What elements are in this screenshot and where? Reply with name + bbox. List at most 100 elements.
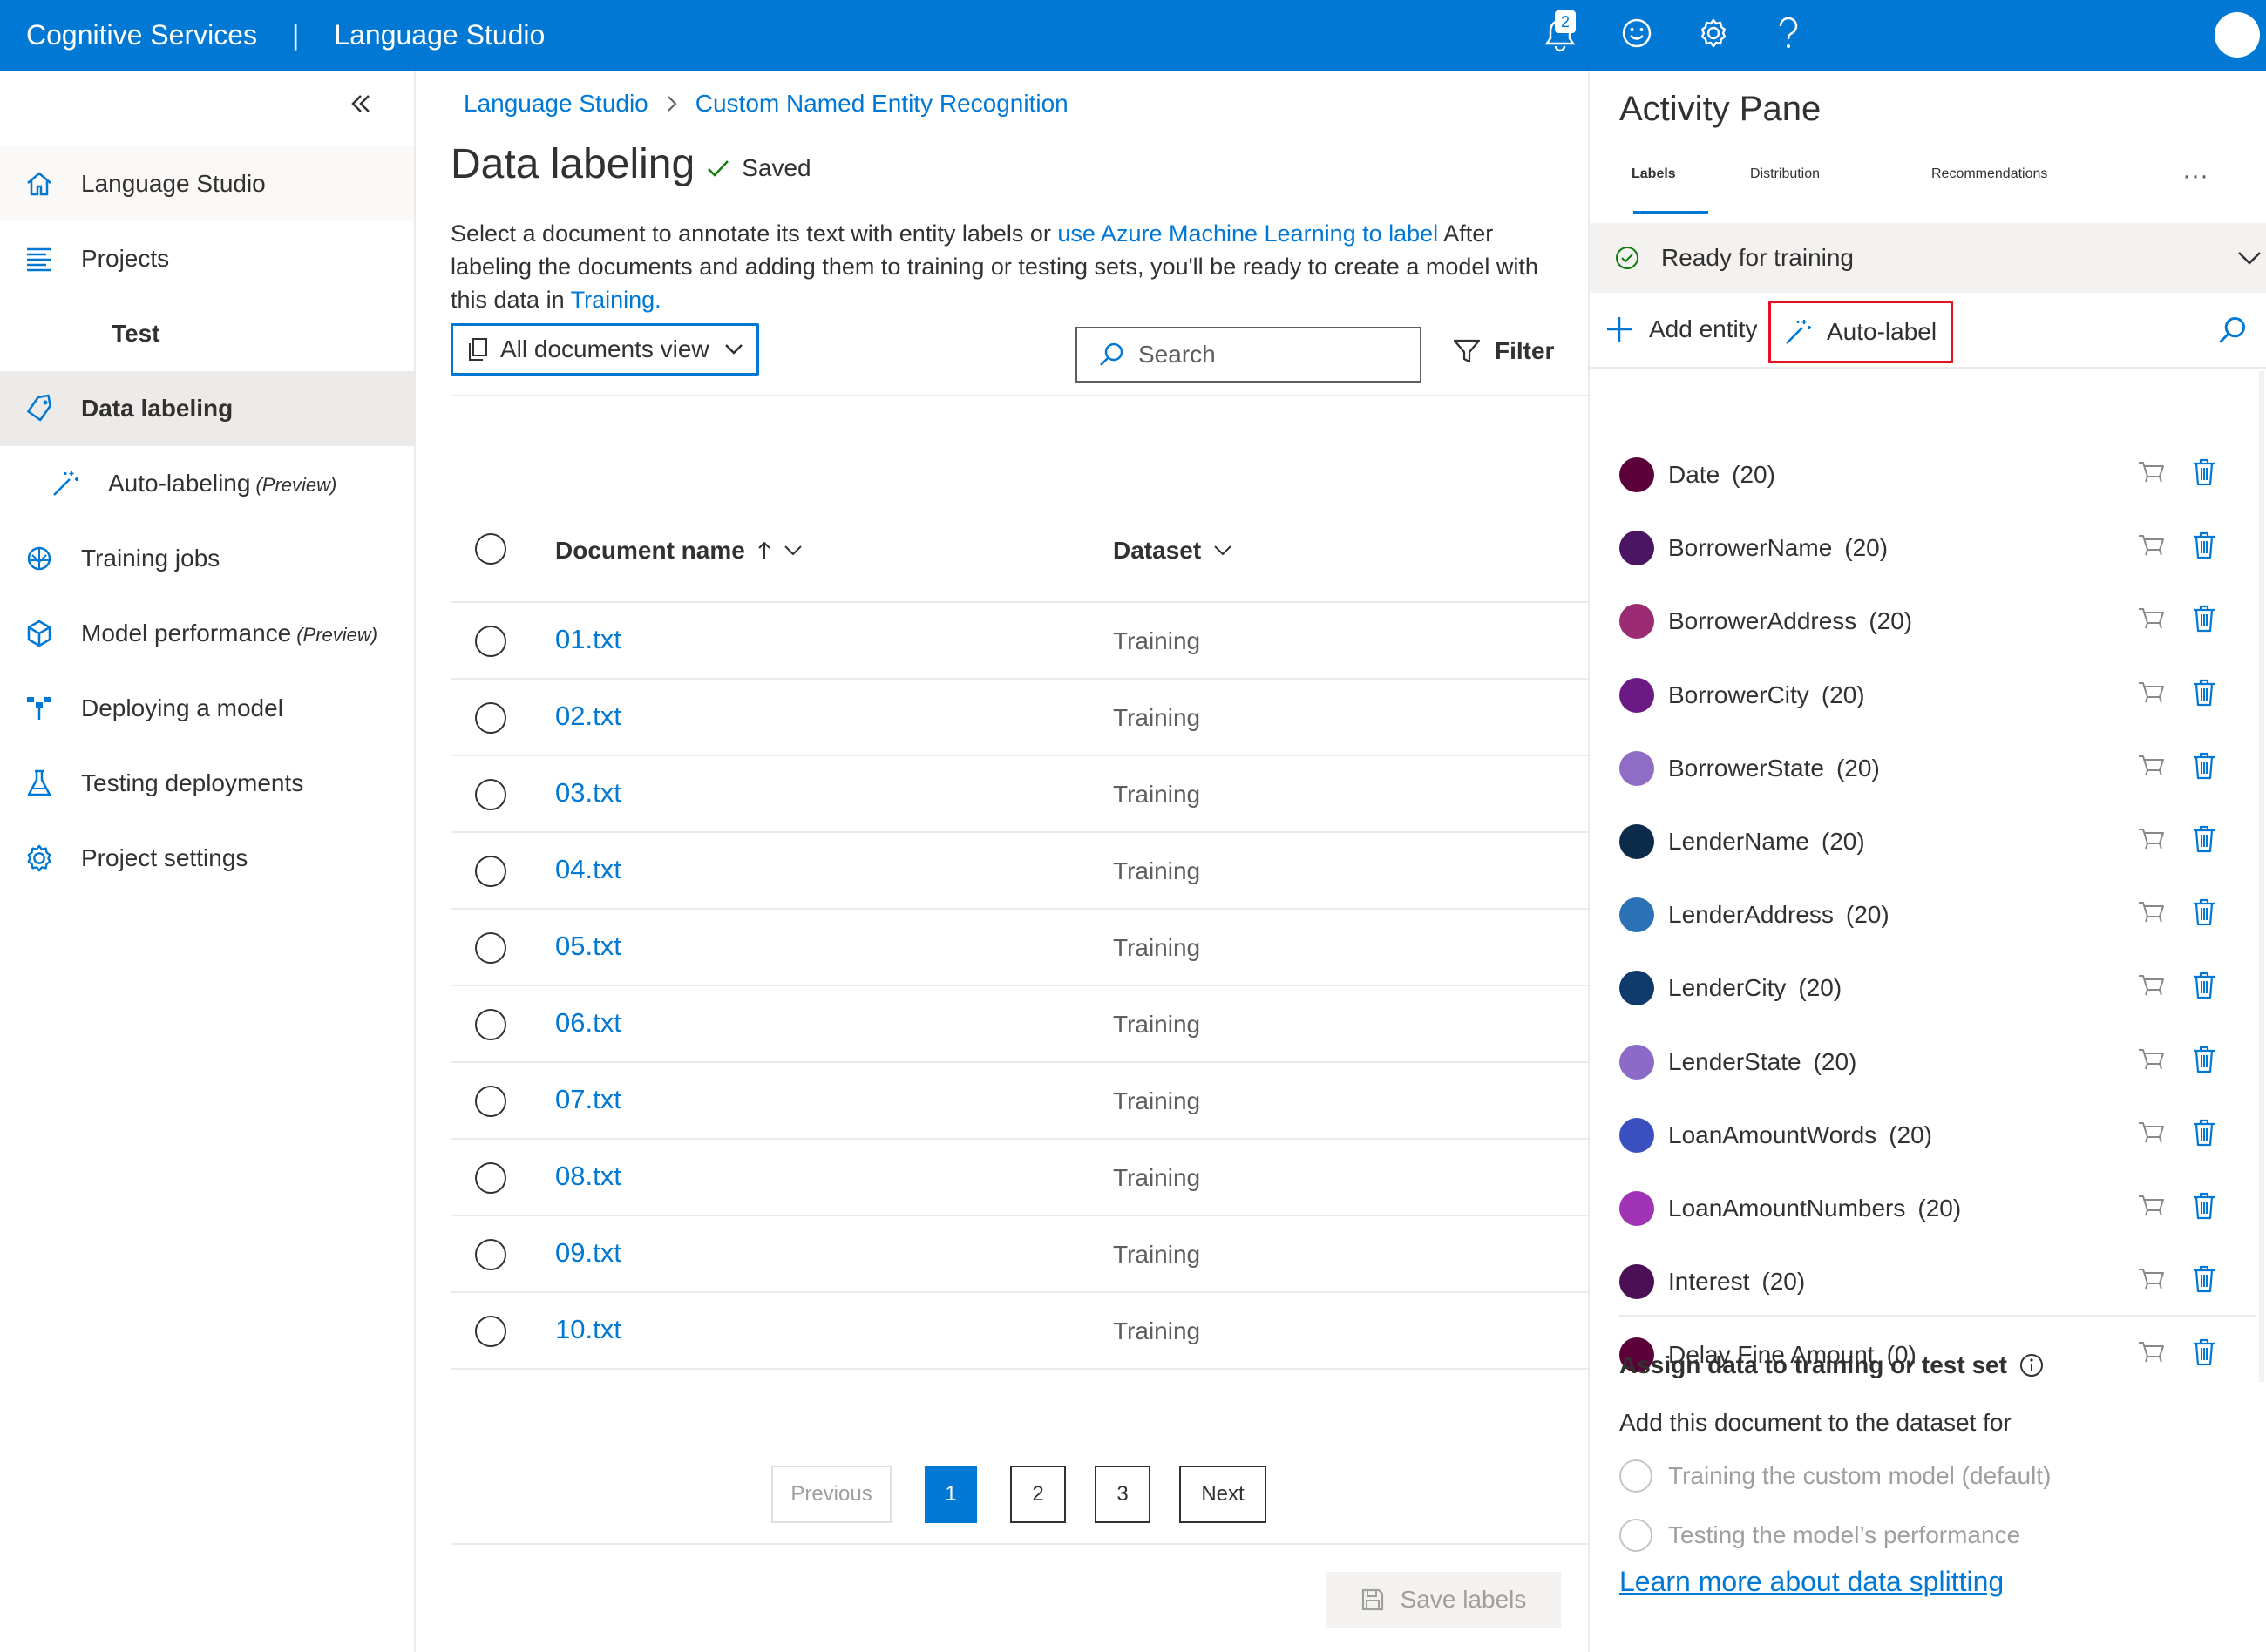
trash-icon[interactable] bbox=[2191, 824, 2217, 854]
trash-icon[interactable] bbox=[2191, 1264, 2217, 1294]
cart-icon[interactable] bbox=[2137, 606, 2165, 632]
document-name-link[interactable]: 04.txt bbox=[555, 854, 621, 885]
table-row[interactable]: 10.txt Training bbox=[451, 1293, 1588, 1370]
row-select-radio[interactable] bbox=[475, 1009, 506, 1040]
auto-label-button[interactable]: Auto-label bbox=[1768, 301, 1953, 363]
cart-icon[interactable] bbox=[2137, 826, 2165, 852]
document-name-link[interactable]: 02.txt bbox=[555, 701, 621, 732]
sidebar-item-deploying-a-model[interactable]: Deploying a model bbox=[0, 671, 414, 746]
trash-icon[interactable] bbox=[2191, 1337, 2217, 1367]
entity-list-item[interactable]: LenderCity (20) bbox=[1590, 953, 2252, 1026]
filter-button[interactable]: Filter bbox=[1453, 337, 1554, 365]
breadcrumb-link-language-studio[interactable]: Language Studio bbox=[464, 90, 648, 118]
row-select-radio[interactable] bbox=[475, 1316, 506, 1347]
previous-page-button[interactable]: Previous bbox=[771, 1466, 892, 1523]
gear-icon[interactable] bbox=[1698, 17, 1733, 52]
row-select-radio[interactable] bbox=[475, 779, 506, 810]
breadcrumb-link-custom-ner[interactable]: Custom Named Entity Recognition bbox=[695, 90, 1069, 118]
row-select-radio[interactable] bbox=[475, 856, 506, 887]
entity-list-item[interactable]: LenderName (20) bbox=[1590, 807, 2252, 880]
document-name-link[interactable]: 01.txt bbox=[555, 624, 621, 655]
avatar[interactable] bbox=[2215, 12, 2260, 58]
cart-icon[interactable] bbox=[2137, 1193, 2165, 1219]
next-page-button[interactable]: Next bbox=[1179, 1466, 1266, 1523]
entity-list-item[interactable]: LoanAmountNumbers (20) bbox=[1590, 1174, 2252, 1247]
cart-icon[interactable] bbox=[2137, 1266, 2165, 1292]
cart-icon[interactable] bbox=[2137, 532, 2165, 559]
testing-set-option[interactable]: Testing the model’s performance bbox=[1619, 1519, 2020, 1552]
sidebar-item-auto-labeling[interactable]: Auto-labeling (Preview) bbox=[0, 446, 414, 521]
row-select-radio[interactable] bbox=[475, 932, 506, 964]
chevron-down-icon[interactable] bbox=[2236, 250, 2263, 266]
entity-list-item[interactable]: LenderState (20) bbox=[1590, 1027, 2252, 1100]
product-name[interactable]: Language Studio bbox=[334, 19, 545, 51]
document-name-link[interactable]: 10.txt bbox=[555, 1314, 621, 1345]
row-select-radio[interactable] bbox=[475, 1239, 506, 1270]
trash-icon[interactable] bbox=[2191, 1191, 2217, 1221]
document-name-link[interactable]: 03.txt bbox=[555, 777, 621, 809]
training-set-radio[interactable] bbox=[1619, 1459, 1652, 1493]
document-name-link[interactable]: 05.txt bbox=[555, 931, 621, 962]
collapse-sidebar-icon[interactable] bbox=[349, 91, 375, 118]
entity-list-item[interactable]: BorrowerState (20) bbox=[1590, 734, 2252, 807]
sidebar-item-project-settings[interactable]: Project settings bbox=[0, 821, 414, 896]
table-row[interactable]: 04.txt Training bbox=[451, 833, 1588, 910]
document-name-link[interactable]: 07.txt bbox=[555, 1084, 621, 1115]
document-view-dropdown[interactable]: All documents view bbox=[451, 323, 759, 376]
cart-icon[interactable] bbox=[2137, 753, 2165, 779]
row-select-radio[interactable] bbox=[475, 626, 506, 657]
page-3-button[interactable]: 3 bbox=[1095, 1466, 1150, 1523]
more-options-icon[interactable]: ··· bbox=[2182, 161, 2208, 191]
service-name[interactable]: Cognitive Services bbox=[26, 19, 257, 51]
table-row[interactable]: 03.txt Training bbox=[451, 756, 1588, 833]
training-link[interactable]: Training. bbox=[571, 287, 661, 313]
learn-more-data-splitting-link[interactable]: Learn more about data splitting bbox=[1619, 1566, 2004, 1598]
trash-icon[interactable] bbox=[2191, 751, 2217, 781]
tab-distribution[interactable]: Distribution bbox=[1750, 166, 1820, 182]
cart-icon[interactable] bbox=[2137, 972, 2165, 999]
cart-icon[interactable] bbox=[2137, 680, 2165, 706]
row-select-radio[interactable] bbox=[475, 1086, 506, 1117]
row-select-radio[interactable] bbox=[475, 1162, 506, 1194]
azure-ml-link[interactable]: use Azure Machine Learning to label bbox=[1057, 220, 1438, 247]
cart-icon[interactable] bbox=[2137, 1046, 2165, 1073]
document-name-link[interactable]: 09.txt bbox=[555, 1237, 621, 1269]
trash-icon[interactable] bbox=[2191, 678, 2217, 708]
help-icon[interactable] bbox=[1776, 17, 1811, 52]
trash-icon[interactable] bbox=[2191, 897, 2217, 927]
column-header-dataset[interactable]: Dataset bbox=[1113, 537, 1232, 565]
page-2-button[interactable]: 2 bbox=[1010, 1466, 1066, 1523]
entity-list-item[interactable]: BorrowerAddress (20) bbox=[1590, 586, 2252, 660]
cart-icon[interactable] bbox=[2137, 1339, 2165, 1365]
trash-icon[interactable] bbox=[2191, 457, 2217, 487]
smiley-icon[interactable] bbox=[1621, 17, 1656, 52]
table-row[interactable]: 07.txt Training bbox=[451, 1063, 1588, 1140]
row-select-radio[interactable] bbox=[475, 702, 506, 734]
trash-icon[interactable] bbox=[2191, 971, 2217, 1000]
trash-icon[interactable] bbox=[2191, 1045, 2217, 1074]
entity-list-item[interactable]: LoanAmountWords (20) bbox=[1590, 1100, 2252, 1174]
add-entity-button[interactable]: Add entity bbox=[1605, 315, 1758, 343]
notification-badge[interactable]: 2 bbox=[1555, 10, 1576, 33]
training-set-option[interactable]: Training the custom model (default) bbox=[1619, 1459, 2051, 1493]
document-name-link[interactable]: 06.txt bbox=[555, 1007, 621, 1039]
cart-icon[interactable] bbox=[2137, 1120, 2165, 1146]
trash-icon[interactable] bbox=[2191, 1118, 2217, 1148]
search-input[interactable]: Search bbox=[1075, 327, 1421, 383]
tab-recommendations[interactable]: Recommendations bbox=[1931, 166, 2047, 182]
sidebar-item-data-labeling[interactable]: Data labeling bbox=[0, 371, 414, 446]
column-header-document-name[interactable]: Document name bbox=[555, 537, 803, 565]
testing-set-radio[interactable] bbox=[1619, 1519, 1652, 1552]
document-name-link[interactable]: 08.txt bbox=[555, 1161, 621, 1192]
table-row[interactable]: 06.txt Training bbox=[451, 986, 1588, 1063]
sidebar-item-training-jobs[interactable]: Training jobs bbox=[0, 521, 414, 596]
brand[interactable]: Cognitive Services | Language Studio bbox=[26, 19, 545, 51]
table-row[interactable]: 02.txt Training bbox=[451, 680, 1588, 756]
table-row[interactable]: 05.txt Training bbox=[451, 910, 1588, 986]
sidebar-item-projects[interactable]: Projects bbox=[0, 221, 414, 296]
trash-icon[interactable] bbox=[2191, 604, 2217, 633]
sidebar-item-language-studio[interactable]: Language Studio bbox=[0, 146, 414, 221]
entity-list-item[interactable]: LenderAddress (20) bbox=[1590, 880, 2252, 953]
entity-list-scrollbar[interactable] bbox=[2259, 371, 2264, 1382]
sidebar-item-testing-deployments[interactable]: Testing deployments bbox=[0, 746, 414, 821]
